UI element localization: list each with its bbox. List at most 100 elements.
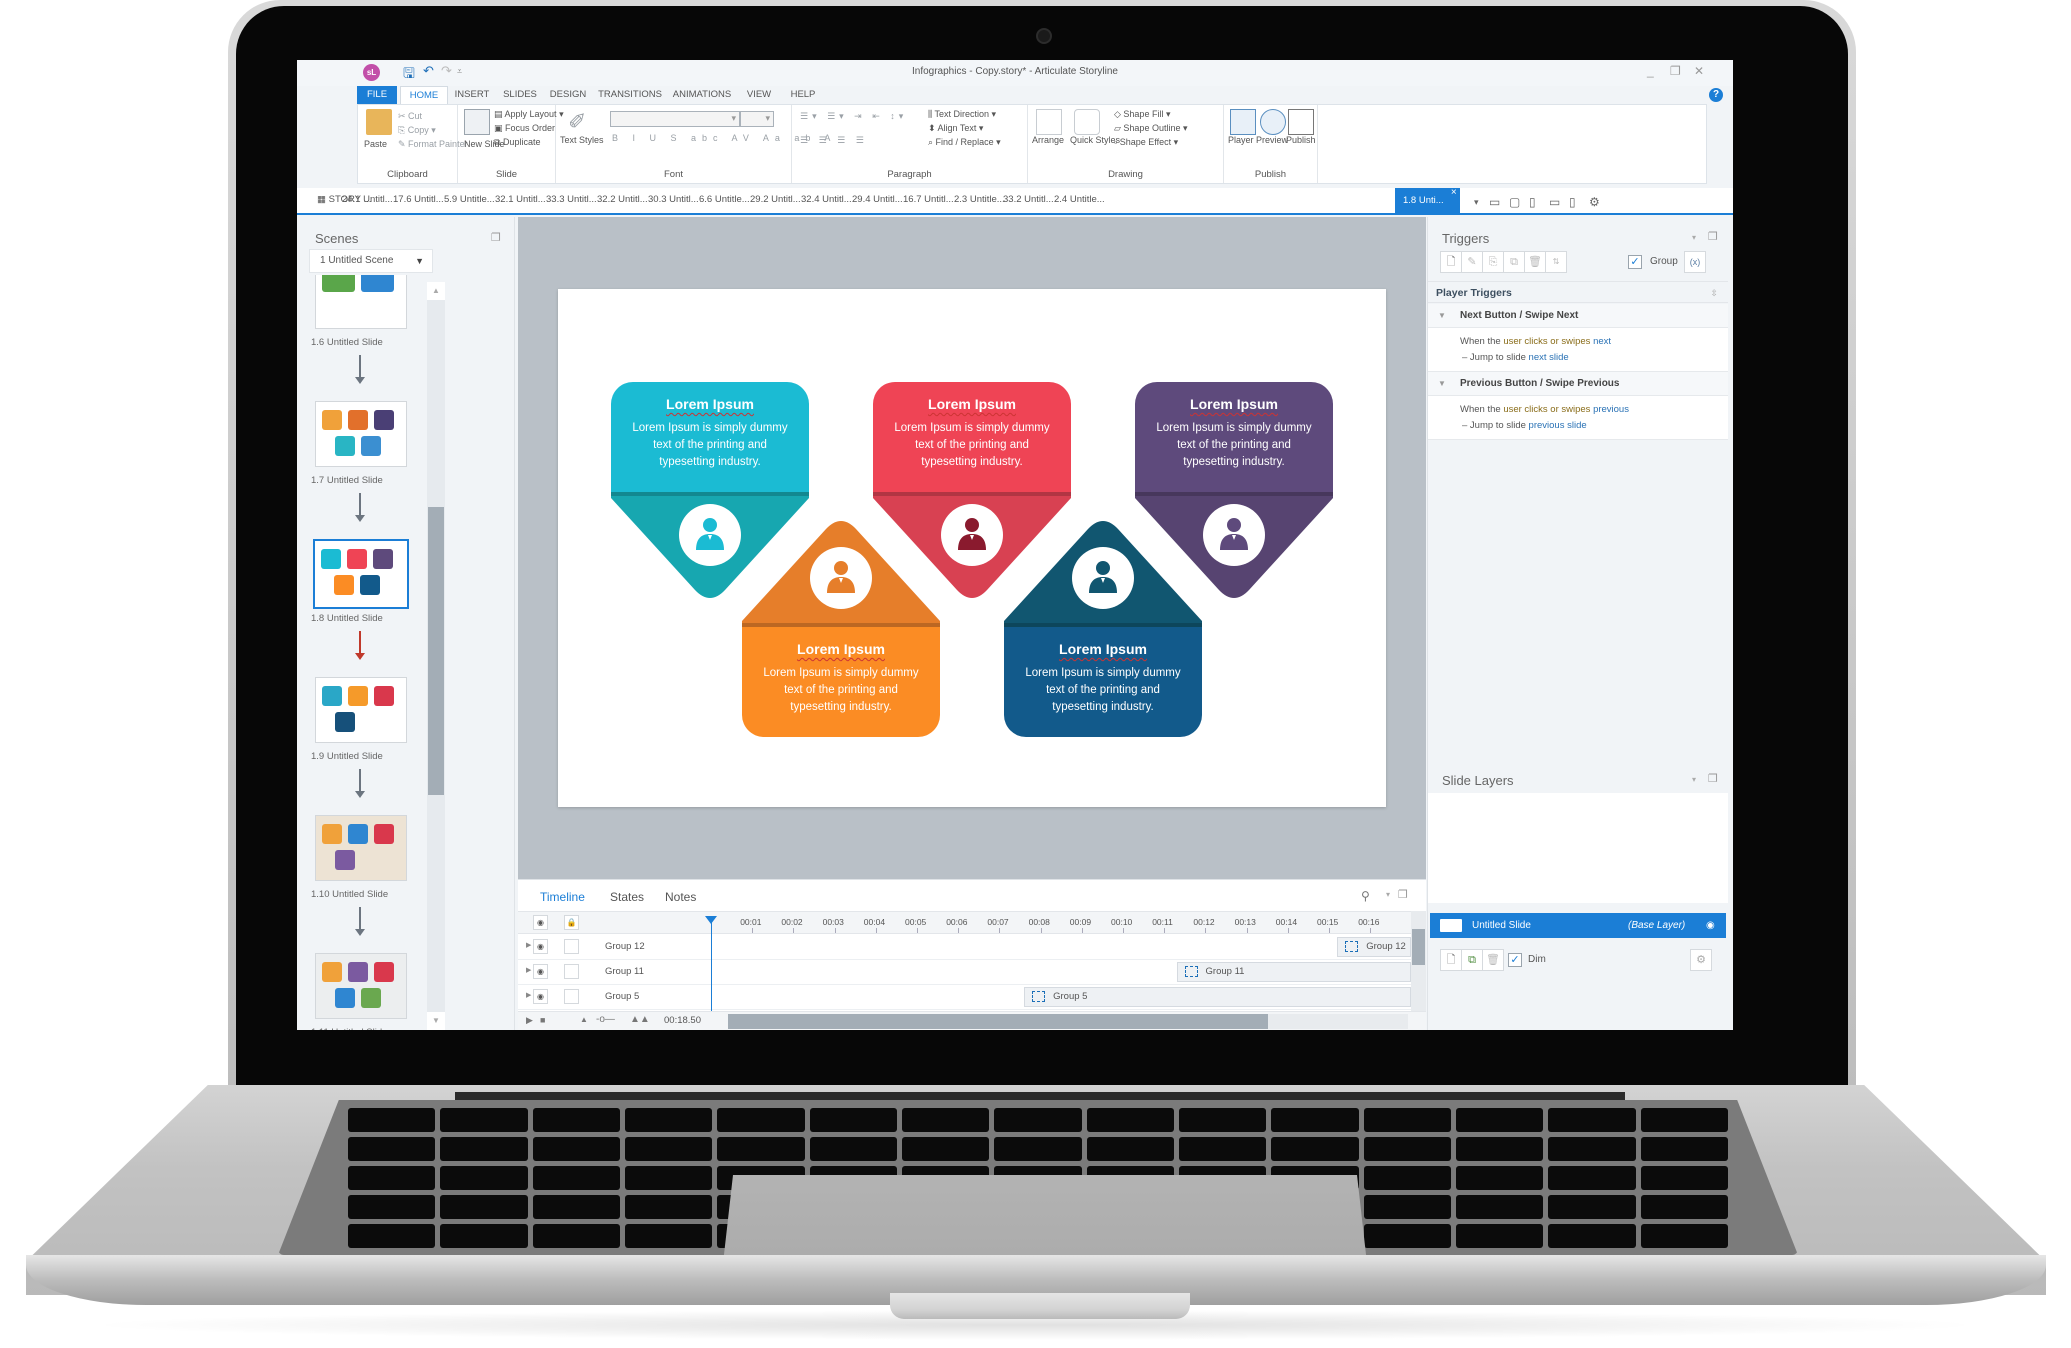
popout-icon[interactable]: ❐ — [1708, 230, 1718, 243]
slide-tab[interactable]: 5.9 Untitle... — [444, 194, 495, 205]
slide-thumbnail[interactable] — [315, 953, 407, 1019]
paste-button[interactable]: Paste — [364, 139, 387, 149]
slide-tab[interactable]: 24.1 Untitl... — [342, 194, 393, 205]
new-slide-icon[interactable] — [464, 109, 490, 135]
tab-transitions[interactable]: TRANSITIONS — [593, 86, 667, 104]
copy-button[interactable]: ⎘ Copy ▾ — [398, 125, 436, 136]
tab-slides[interactable]: SLIDES — [497, 86, 543, 104]
slide-tab[interactable]: 29.4 Untitl... — [852, 194, 903, 205]
focus-order-button[interactable]: ▣ Focus Order — [494, 123, 555, 134]
phone-landscape-icon[interactable]: ▭ — [1549, 195, 1560, 209]
slide-thumbnail[interactable] — [315, 275, 407, 329]
tab-design[interactable]: DESIGN — [543, 86, 593, 104]
panel-menu-icon[interactable]: ▾ — [1692, 233, 1696, 242]
timeline-object-bar[interactable]: Group 5 — [1024, 987, 1411, 1007]
find-replace-button[interactable]: ⌕ Find / Replace ▾ — [928, 137, 1001, 148]
lock-toggle[interactable] — [564, 964, 579, 979]
preview-icon[interactable] — [1260, 109, 1286, 135]
lock-toggle[interactable] — [564, 939, 579, 954]
expand-row-icon[interactable]: ▶ — [526, 941, 531, 949]
expand-row-icon[interactable]: ▶ — [526, 966, 531, 974]
scene-select[interactable]: 1 Untitled Scene ▼ — [309, 249, 433, 273]
tablet-landscape-icon[interactable]: ▢ — [1509, 195, 1520, 209]
infographic-card[interactable]: Lorem Ipsum Lorem Ipsum is simply dummy t… — [742, 515, 940, 737]
paste-icon[interactable] — [366, 109, 392, 135]
slide-tab[interactable]: 33.3 Untitl... — [546, 194, 597, 205]
slide-tab[interactable]: 16.7 Untitl... — [903, 194, 954, 205]
zoom-in-icon[interactable]: ▲▲ — [630, 1014, 650, 1025]
trigger-object-link[interactable]: previous — [1593, 404, 1629, 415]
delete-layer-icon[interactable]: 🗑 — [1482, 949, 1504, 971]
scrollbar-thumb[interactable] — [728, 1014, 1268, 1029]
slide-tab[interactable]: 17.6 Untitl... — [393, 194, 444, 205]
thumbnail-scrollbar[interactable]: ▲ ▼ — [427, 282, 445, 1030]
trigger-target-link[interactable]: previous slide — [1529, 420, 1587, 431]
text-styles-icon[interactable]: ✐ — [568, 109, 586, 135]
slide-tab[interactable]: 32.4 Untitl... — [801, 194, 852, 205]
scrollbar-thumb[interactable] — [1412, 929, 1425, 965]
zoom-slider[interactable]: -o— — [596, 1014, 615, 1025]
timeline-horizontal-scrollbar[interactable] — [728, 1014, 1408, 1029]
quick-styles-icon[interactable] — [1074, 109, 1100, 135]
collapse-all-icon[interactable]: ⇳ — [1710, 282, 1718, 304]
tab-view[interactable]: VIEW — [737, 86, 781, 104]
infographic-card[interactable]: Lorem Ipsum Lorem Ipsum is simply dummy t… — [1004, 515, 1202, 737]
shape-effect-button[interactable]: ▫ Shape Effect ▾ — [1114, 137, 1178, 148]
timeline-object-bar[interactable]: Group 11 — [1176, 962, 1411, 982]
trigger-group-header[interactable]: ▼ Previous Button / Swipe Previous — [1428, 372, 1728, 396]
trigger-item[interactable]: When the user clicks or swipes previous –… — [1428, 396, 1728, 440]
list-buttons[interactable]: ☰▾ ☰▾ ⇥ ⇤ ↕▾ — [800, 111, 907, 122]
slide-thumbnail[interactable] — [315, 401, 407, 467]
expand-row-icon[interactable]: ▶ — [526, 991, 531, 999]
font-size-select[interactable] — [740, 111, 774, 127]
visibility-eye-icon[interactable]: ◉ — [533, 964, 548, 979]
panel-menu-icon[interactable]: ▾ — [1386, 890, 1390, 899]
settings-gear-icon[interactable]: ⚙ — [1589, 195, 1600, 209]
popout-icon[interactable]: ❐ — [1398, 888, 1408, 901]
timeline-align-icon[interactable]: ⚲ — [1361, 889, 1370, 903]
panel-menu-icon[interactable]: ▾ — [1692, 775, 1696, 784]
tablet-portrait-icon[interactable]: ▯ — [1529, 195, 1536, 209]
slide-tab[interactable]: 33.2 Untitl... — [1003, 194, 1054, 205]
tab-timeline[interactable]: Timeline — [540, 890, 585, 904]
tab-insert[interactable]: INSERT — [447, 86, 497, 104]
arrange-button[interactable]: Arrange — [1032, 135, 1064, 145]
trigger-target-link[interactable]: next slide — [1529, 352, 1569, 363]
dim-checkbox[interactable]: ✓ — [1508, 953, 1522, 967]
close-tab-icon[interactable]: × — [1451, 180, 1457, 205]
slide-tab[interactable]: 32.1 Untitl... — [495, 194, 546, 205]
publish-icon[interactable] — [1288, 109, 1314, 135]
publish-button[interactable]: Publish — [1286, 135, 1316, 145]
align-buttons[interactable]: ☰ ☰ ☰ ☰ — [800, 135, 868, 146]
slide-thumbnail[interactable] — [315, 677, 407, 743]
slide-tab[interactable]: 2.3 Untitle... — [954, 194, 1005, 205]
apply-layout-button[interactable]: ▤ Apply Layout ▾ — [494, 109, 564, 120]
tab-home[interactable]: HOME — [400, 86, 448, 104]
help-icon[interactable]: ? — [1709, 88, 1723, 102]
text-styles-button[interactable]: Text Styles — [560, 135, 604, 145]
slide-tab[interactable]: 30.3 Untitl... — [648, 194, 699, 205]
visibility-eye-icon[interactable]: ◉ — [1706, 913, 1715, 938]
slide-thumbnail[interactable] — [315, 815, 407, 881]
tab-states[interactable]: States — [610, 890, 644, 904]
trigger-object-link[interactable]: next — [1593, 336, 1611, 347]
trigger-item[interactable]: When the user clicks or swipes next – Jum… — [1428, 328, 1728, 372]
timeline-row[interactable]: ▶ ◉ Group 5 Group 5 — [518, 985, 1411, 1010]
tab-file[interactable]: FILE — [357, 86, 397, 104]
slide-tab[interactable]: 2.4 Untitle... — [1054, 194, 1105, 205]
shape-fill-button[interactable]: ◇ Shape Fill ▾ — [1114, 109, 1170, 120]
layer-settings-gear-icon[interactable]: ⚙ — [1690, 949, 1712, 971]
duplicate-button[interactable]: ⧉ Duplicate — [494, 137, 540, 148]
font-name-select[interactable] — [610, 111, 740, 127]
shape-outline-button[interactable]: ▱ Shape Outline ▾ — [1114, 123, 1188, 134]
tab-animations[interactable]: ANIMATIONS — [667, 86, 737, 104]
minimize-icon[interactable]: _ — [1647, 64, 1654, 78]
trigger-group-header[interactable]: ▼ Next Button / Swipe Next — [1428, 304, 1728, 328]
new-layer-icon[interactable]: 🗋 — [1440, 949, 1462, 971]
playhead[interactable] — [705, 916, 717, 1014]
scrollbar-thumb[interactable] — [428, 507, 444, 795]
scroll-up-icon[interactable]: ▲ — [427, 282, 445, 300]
quick-styles-button[interactable]: Quick Styles — [1070, 135, 1120, 145]
popout-icon[interactable]: ❐ — [491, 231, 501, 244]
slide-tab[interactable]: 6.6 Untitle... — [699, 194, 750, 205]
